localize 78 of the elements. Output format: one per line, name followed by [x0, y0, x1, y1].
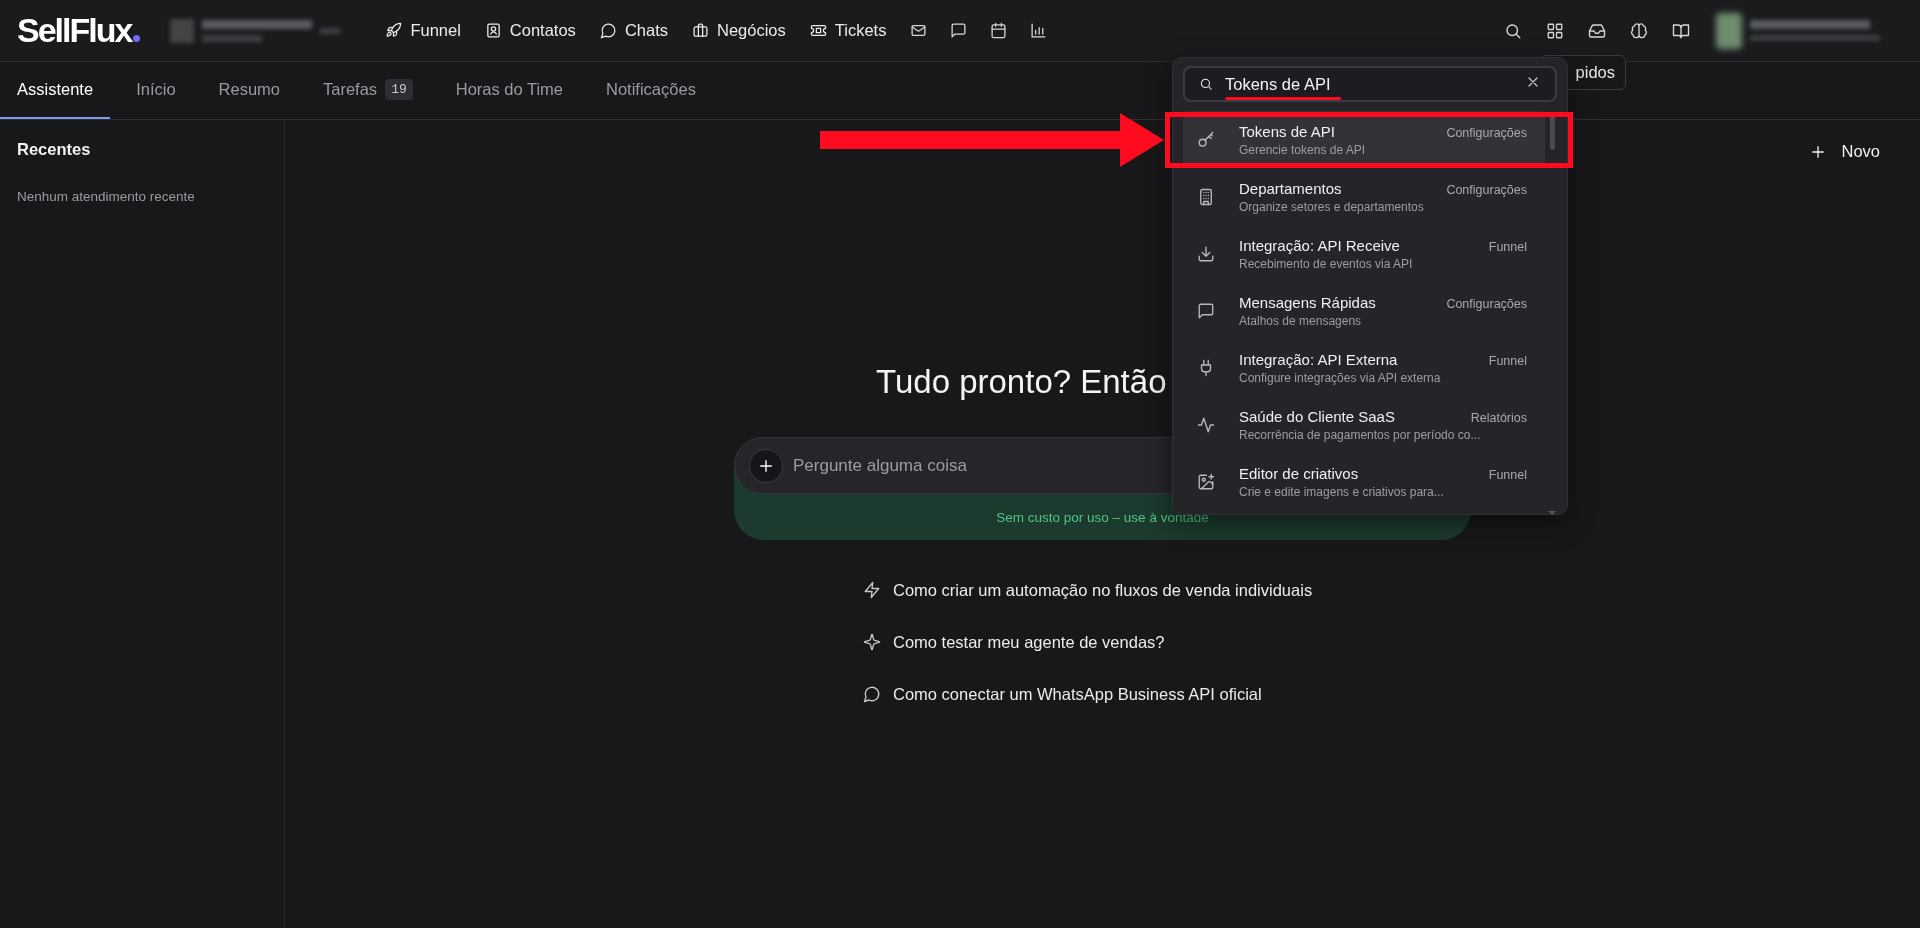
result-description: Gerencie tokens de API: [1239, 142, 1366, 157]
tab[interactable]: Notificações: [589, 62, 713, 119]
briefcase-icon: [692, 22, 709, 39]
lightning-icon: [863, 581, 881, 599]
search-icon: [1199, 77, 1213, 91]
message-icon: [949, 22, 967, 39]
result-title: Tokens de API: [1239, 122, 1335, 140]
blurred-user-name[interactable]: [1750, 20, 1880, 41]
scroll-down-icon[interactable]: [1547, 510, 1557, 516]
result-category: Relatórios: [1470, 410, 1527, 425]
search-result[interactable]: Departamentos Configurações Organize setores e departamentos: [1183, 168, 1545, 225]
search-field[interactable]: Tokens de API: [1183, 66, 1557, 102]
bar-chart-icon: [1029, 22, 1047, 39]
section-title: Recentes: [17, 140, 92, 159]
grid-icon: [1546, 21, 1564, 40]
key-icon: [1197, 130, 1215, 149]
result-category: Funnel: [1488, 353, 1527, 368]
result-category: Configurações: [1446, 182, 1527, 197]
placeholder: Pergunte alguma coisa: [793, 455, 967, 476]
search-result[interactable]: Integração: API Receive Funnel Recebimento de eventos via API: [1183, 225, 1545, 282]
count-badge: 19: [385, 79, 413, 100]
nav-link[interactable]: Contatos: [475, 15, 585, 46]
search-result[interactable]: Mensagens Rápidas Configurações Atalhos de mensagens: [1183, 282, 1545, 339]
pulse-icon: [1197, 415, 1215, 434]
rocket-icon: [385, 22, 403, 39]
search-icon: [1504, 21, 1522, 40]
logo[interactable]: SellFlux: [17, 11, 132, 50]
result-title: Integração: API Externa: [1239, 350, 1398, 368]
image-plus-icon: [1197, 472, 1215, 491]
ticket-icon: [809, 22, 827, 39]
tab[interactable]: Resumo: [201, 62, 297, 119]
brain-icon: [1630, 21, 1648, 40]
suggestion-link[interactable]: Como conectar um WhatsApp Business API oficial: [863, 682, 1471, 706]
tab[interactable]: Assistente: [0, 62, 111, 119]
result-category: Funnel: [1488, 467, 1527, 482]
suggestion-link[interactable]: Como criar um automação no fluxos de venda individuais: [863, 578, 1471, 602]
message-icon: [1197, 301, 1215, 320]
tab[interactable]: Tarefas 19: [306, 62, 430, 119]
logo-dot: [133, 35, 141, 42]
search-value: Tokens de API: [1225, 74, 1332, 94]
inbox-icon: [1588, 21, 1606, 40]
chat-bubble-icon: [863, 685, 881, 703]
book-icon: [1672, 21, 1690, 40]
tooltip-text: pidos: [1575, 63, 1615, 82]
result-category: Funnel: [1488, 239, 1527, 254]
result-title: Saúde do Cliente SaaS: [1239, 407, 1395, 425]
result-description: Recebimento de eventos via API: [1239, 256, 1413, 271]
download-icon: [1197, 244, 1215, 263]
result-title: Editor de criativos: [1239, 464, 1359, 482]
assistant-heading: Tudo pronto? Então: [876, 362, 1167, 402]
blurred-workspace[interactable]: [170, 18, 341, 43]
result-description: Configure integrações via API externa: [1239, 370, 1441, 385]
nav-link[interactable]: Funnel: [376, 15, 470, 46]
result-title: Mensagens Rápidas: [1239, 293, 1376, 311]
result-description: Organize setores e departamentos: [1239, 199, 1424, 214]
suggestion-link[interactable]: Como testar meu agente de vendas?: [863, 630, 1471, 654]
tab[interactable]: Horas do Time: [438, 62, 581, 119]
result-description: Atalhos de mensagens: [1239, 313, 1362, 328]
sparkles-icon: [863, 633, 881, 651]
new-button[interactable]: Novo: [1797, 136, 1892, 167]
nav-link[interactable]: Chats: [590, 15, 677, 46]
nav-link[interactable]: Tickets: [800, 15, 896, 46]
attach-button[interactable]: [749, 448, 783, 483]
building-icon: [1197, 187, 1215, 206]
scrollbar-thumb[interactable]: [1550, 115, 1555, 150]
empty-message: Nenhum atendimento recente: [17, 189, 196, 204]
chat-bubble-icon: [599, 22, 617, 39]
search-result[interactable]: Integração: API Externa Funnel Configure integrações via API externa: [1183, 339, 1545, 396]
mail-icon: [909, 22, 927, 39]
contact-card-icon: [484, 22, 502, 39]
calendar-icon: [989, 22, 1007, 39]
result-category: Configurações: [1446, 125, 1527, 140]
tab[interactable]: Início: [119, 62, 193, 119]
avatar[interactable]: [1716, 12, 1742, 49]
nav-link[interactable]: Negócios: [683, 15, 795, 46]
result-title: Integração: API Receive: [1239, 236, 1400, 254]
result-category: Configurações: [1446, 296, 1527, 311]
result-title: Departamentos: [1239, 179, 1342, 197]
